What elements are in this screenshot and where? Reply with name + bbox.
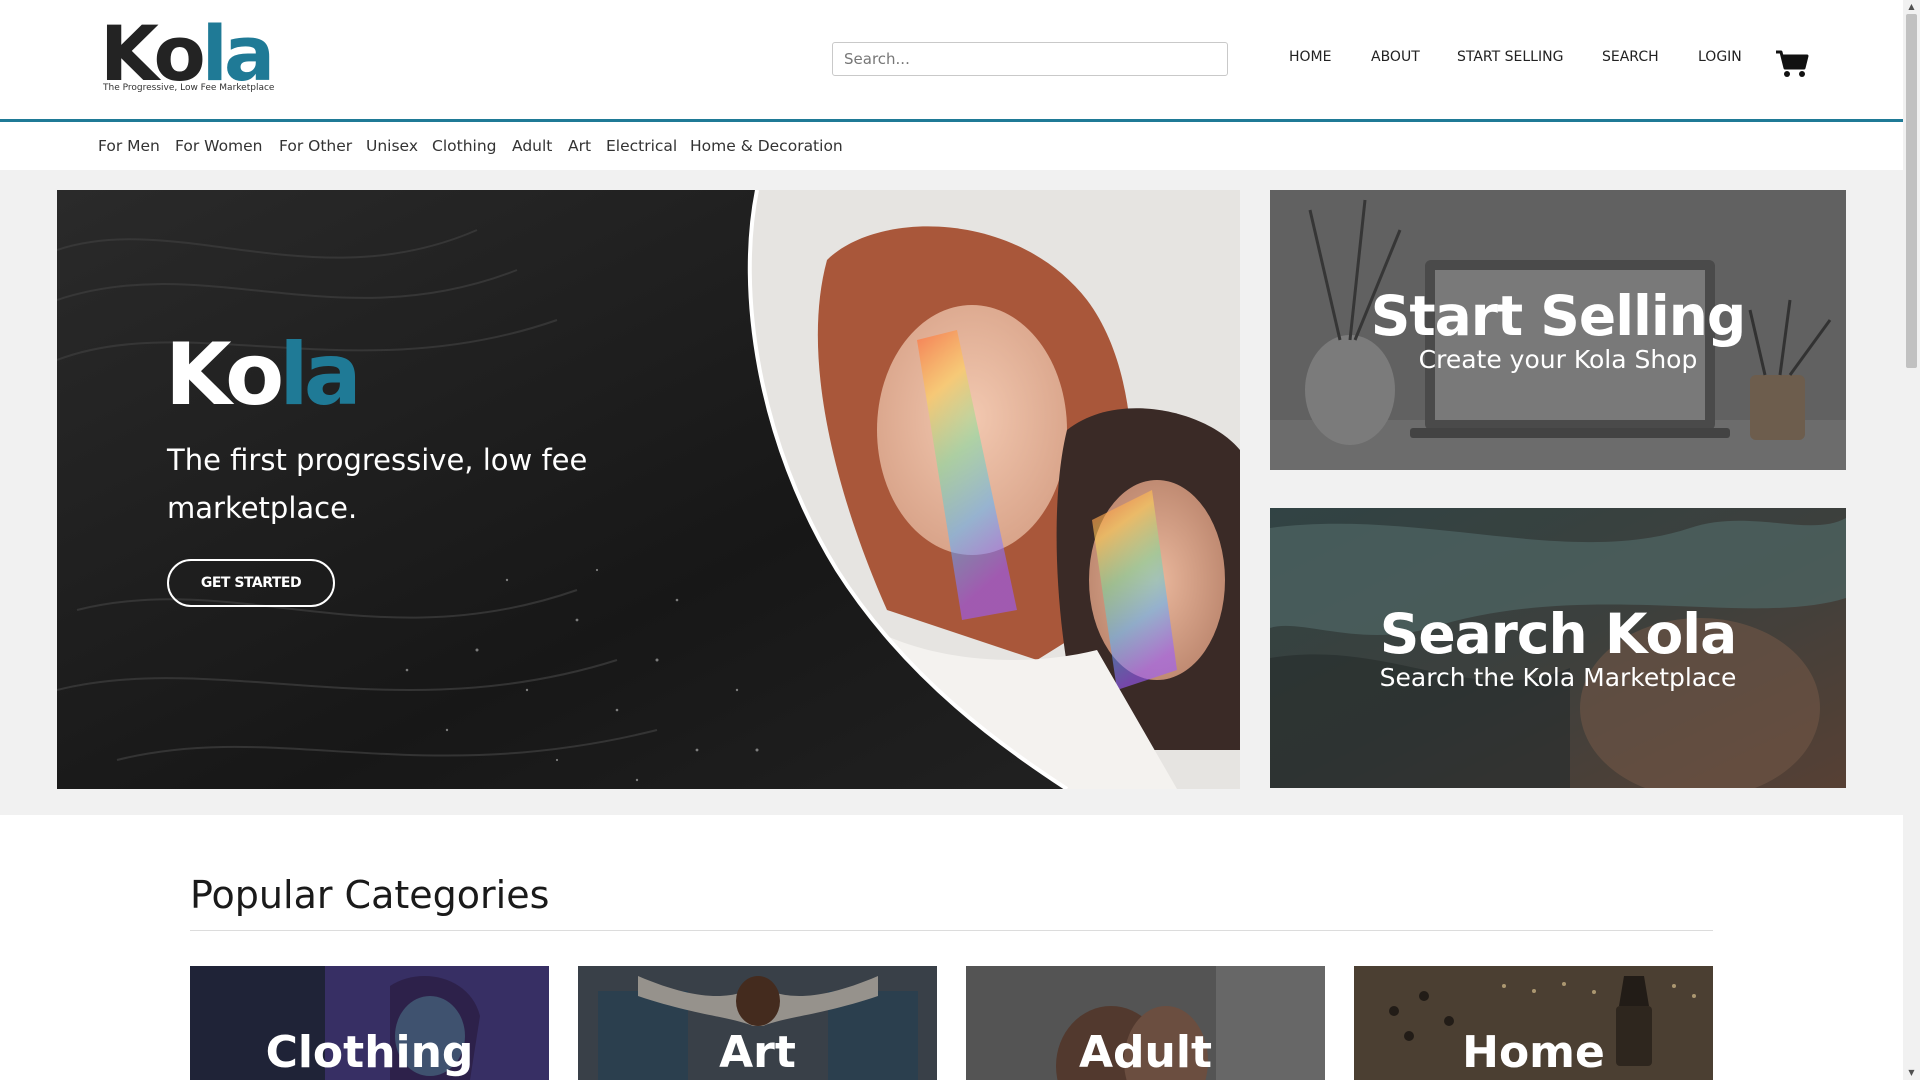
category-tile-home[interactable]: Home	[1354, 966, 1713, 1080]
shopping-cart-icon[interactable]	[1775, 49, 1809, 79]
category-link-for-women[interactable]: For Women	[175, 137, 263, 155]
section-divider	[190, 930, 1713, 931]
category-link-for-other[interactable]: For Other	[279, 137, 352, 155]
category-tile-clothing[interactable]: Clothing	[190, 966, 549, 1080]
scroll-down-arrow-icon[interactable]: ▼	[1906, 1068, 1917, 1078]
category-link-electrical[interactable]: Electrical	[606, 137, 677, 155]
logo-tagline: The Progressive, Low Fee Marketplace	[103, 83, 275, 93]
scroll-up-arrow-icon[interactable]: ▲	[1906, 2, 1917, 12]
category-link-for-men[interactable]: For Men	[98, 137, 160, 155]
home-tile-label: Home	[1462, 1027, 1605, 1078]
clothing-tile-label: Clothing	[265, 1027, 474, 1078]
nav-home[interactable]: HOME	[1289, 49, 1331, 65]
scrollbar-thumb[interactable]	[1906, 14, 1917, 368]
logo-wordmark: Kola	[100, 9, 275, 98]
search-kola-subtitle: Search the Kola Marketplace	[1379, 663, 1737, 692]
search-kola-title: Search Kola	[1379, 602, 1737, 666]
header-search-input[interactable]	[832, 42, 1228, 76]
category-link-clothing[interactable]: Clothing	[432, 137, 496, 155]
category-link-adult[interactable]: Adult	[512, 137, 552, 155]
adult-tile-label: Adult	[1079, 1027, 1212, 1078]
category-link-unisex[interactable]: Unisex	[366, 137, 418, 155]
hero-tagline: The first progressive, low fee marketpla…	[167, 443, 588, 525]
category-bar: For Men For Women For Other Unisex Cloth…	[0, 122, 1903, 170]
nav-about[interactable]: ABOUT	[1371, 49, 1420, 65]
nav-search[interactable]: SEARCH	[1602, 49, 1659, 65]
site-logo[interactable]: Kola The Progressive, Low Fee Marketplac…	[100, 14, 290, 100]
category-link-art[interactable]: Art	[568, 137, 591, 155]
start-selling-subtitle: Create your Kola Shop	[1418, 345, 1698, 374]
hero-banner: Kola The first progressive, low fee mark…	[57, 190, 1240, 789]
search-kola-promo[interactable]: Search Kola Search the Kola Marketplace	[1270, 508, 1846, 788]
start-selling-title: Start Selling	[1370, 284, 1747, 348]
category-link-home-decoration[interactable]: Home & Decoration	[690, 137, 843, 155]
nav-login[interactable]: LOGIN	[1698, 49, 1742, 65]
popular-categories-heading: Popular Categories	[190, 873, 550, 917]
start-selling-promo[interactable]: Start Selling Create your Kola Shop	[1270, 190, 1846, 470]
category-tile-adult[interactable]: Adult	[966, 966, 1325, 1080]
get-started-button[interactable]: GET STARTED	[167, 559, 335, 607]
site-header: Kola The Progressive, Low Fee Marketplac…	[0, 0, 1903, 122]
nav-start-selling[interactable]: START SELLING	[1457, 49, 1563, 65]
hero-logo: Kola	[165, 325, 362, 425]
art-tile-label: Art	[719, 1027, 796, 1078]
category-tile-art[interactable]: Art	[578, 966, 937, 1080]
